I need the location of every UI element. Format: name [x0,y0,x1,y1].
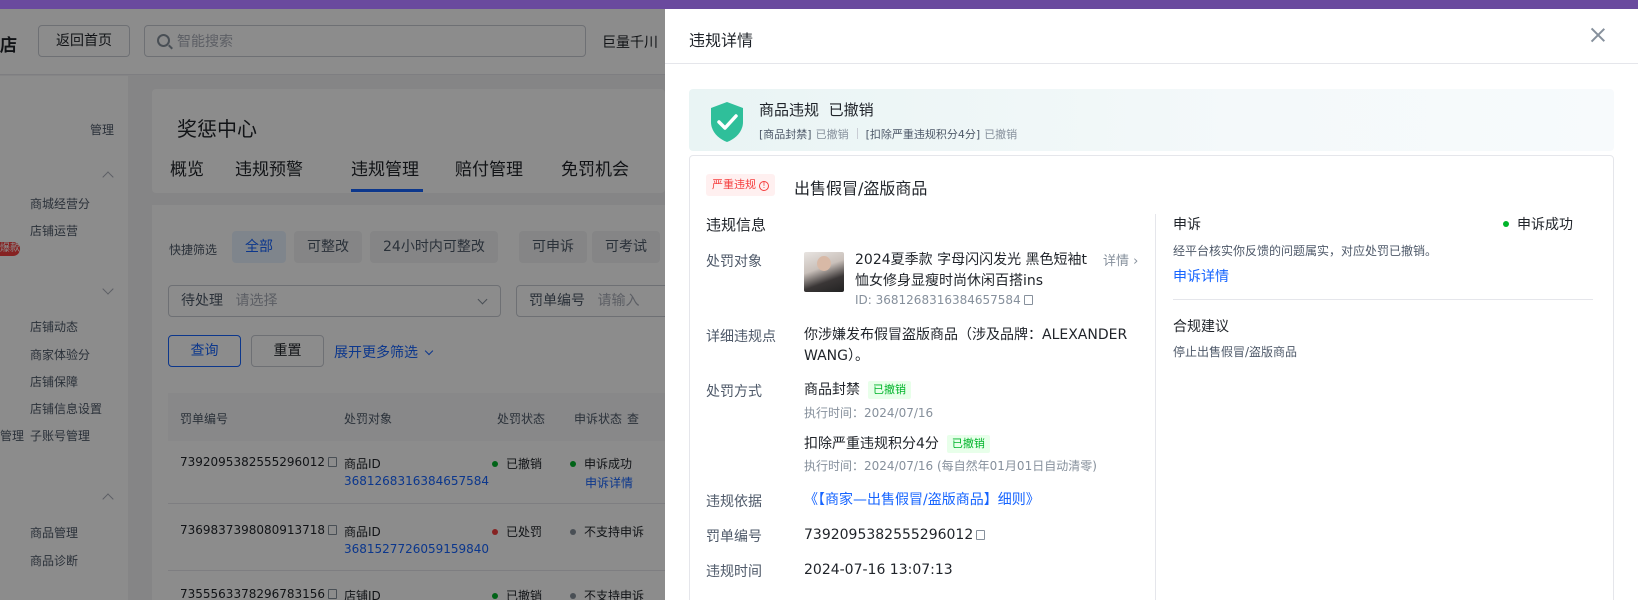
compliance-advice-heading: 合规建议 [1173,319,1229,335]
penalty-1-text: 商品封禁 [804,382,860,398]
copy-icon[interactable] [976,530,986,540]
info-icon[interactable]: ! [759,181,769,191]
appeal-description: 经平台核实你反馈的问题属实，对应处罚已撤销。 [1173,244,1438,258]
severity-tag-text: 严重违规 [712,178,756,191]
ticket-label: 罚单编号 [706,529,762,545]
penalty-1: 商品封禁 已撤销 [804,380,911,401]
window-top-strip [0,0,1638,9]
banner-sub2-label: [扣除严重违规积分4分] [865,128,981,141]
violation-time-label: 违规时间 [706,564,762,580]
basis-link[interactable]: 《【商家—出售假冒/盗版商品】细则》 [804,490,1040,511]
ticket-value: 7392095382555296012 [804,525,986,546]
compliance-advice-text: 停止出售假冒/盗版商品 [1173,345,1298,359]
banner-sub1-status: 已撤销 [815,128,849,141]
drawer-title: 违规详情 [689,31,754,50]
status-banner: 商品违规 已撤销 [商品封禁] 已撤销 [扣除严重违规积分4分] 已撤销 [689,89,1614,151]
banner-subline: [商品封禁] 已撤销 [扣除严重违规积分4分] 已撤销 [759,126,1017,142]
banner-title-text: 商品违规 [759,101,820,119]
close-icon[interactable] [1590,27,1606,43]
product-name: 2024夏季款 字母闪闪发光 黑色短袖t恤女修身显瘦时尚休闲百搭ins [855,252,1088,289]
violation-title: 出售假冒/盗版商品 [794,179,928,198]
separator [856,128,858,139]
appeal-detail-link[interactable]: 申诉详情 [1173,266,1229,286]
product-detail-link[interactable]: 详情 › [1103,250,1138,269]
violation-time: 2024-07-16 13:07:13 [804,562,953,578]
status-dot [1503,221,1509,227]
basis-label: 违规依据 [706,494,762,510]
ticket-number: 7392095382555296012 [804,527,974,543]
shield-check-icon [711,102,743,142]
violation-detail-drawer: 违规详情 商品违规 已撤销 [商品封禁] 已撤销 [扣除严重违规积分4分] 已撤销 严… [665,9,1638,600]
appeal-status: 申诉成功 [1503,214,1573,234]
product-thumbnail[interactable] [804,252,844,292]
violation-info-heading: 违规信息 [706,216,767,234]
column-divider [1155,214,1156,600]
drawer-divider [665,63,1638,64]
penalty-2-time: 执行时间：2024/07/16 (每自然年01月01日自动清零) [804,459,1097,473]
violation-detail-card: 严重违规! 出售假冒/盗版商品 违规信息 处罚对象 2024夏季款 字母闪闪发光… [689,155,1614,600]
detail-point-label: 详细违规点 [706,329,776,345]
detail-point-text: 你涉嫌发布假冒盗版商品（涉及品牌：ALEXANDER WANG）。 [804,327,1128,364]
product-id-text: ID: 3681268316384657584 [855,293,1021,307]
penalty-2: 扣除严重违规积分4分 已撤销 [804,434,990,455]
severity-tag: 严重违规! [706,174,775,196]
penalty-1-time: 执行时间：2024/07/16 [804,406,934,420]
penalty-2-text: 扣除严重违规积分4分 [804,436,939,452]
penalty-1-tag: 已撤销 [868,381,911,399]
banner-title: 商品违规 已撤销 [759,99,874,120]
appeal-status-text: 申诉成功 [1517,217,1573,233]
appeal-heading: 申诉 [1173,217,1201,233]
penalty-label: 处罚方式 [706,384,762,400]
product-detail-link-text: 详情 [1103,254,1130,269]
copy-icon[interactable] [1023,295,1033,305]
banner-status: 已撤销 [828,101,874,119]
section-divider [1173,299,1593,300]
target-label: 处罚对象 [706,254,762,270]
modal-backdrop[interactable] [0,9,665,600]
product-id: ID: 3681268316384657584 [855,293,1033,307]
banner-sub1-label: [商品封禁] [759,128,812,141]
penalty-2-tag: 已撤销 [946,435,990,453]
banner-sub2-status: 已撤销 [984,128,1018,141]
